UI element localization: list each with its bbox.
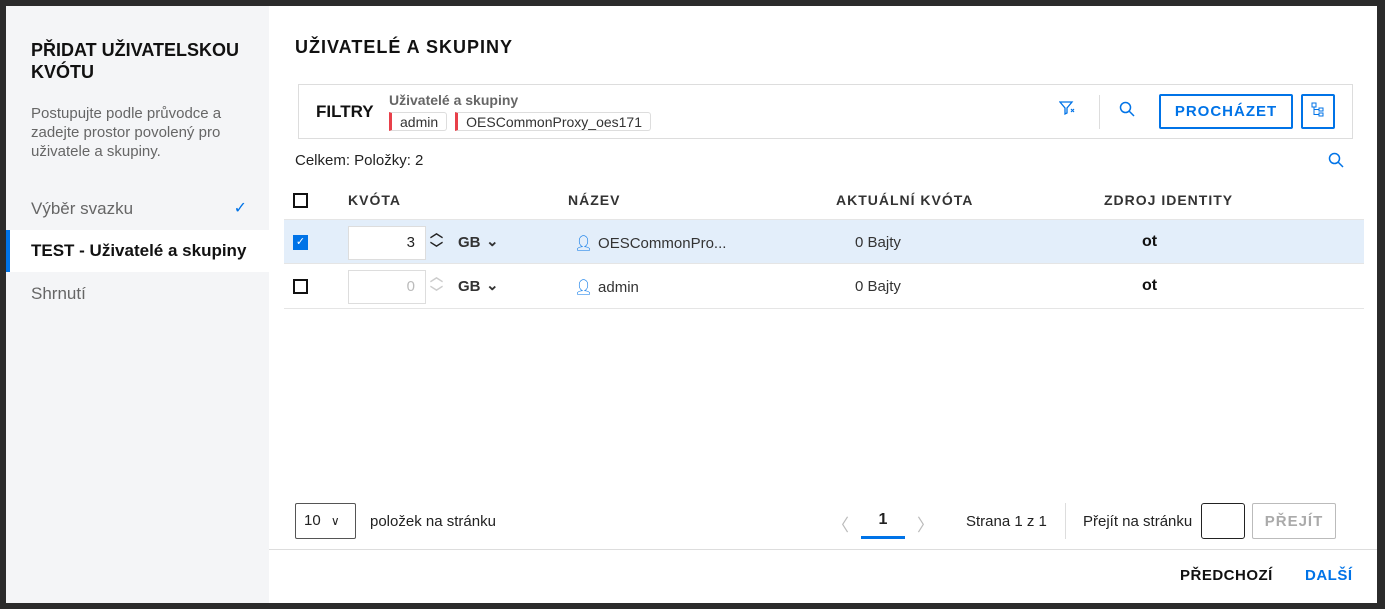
current-quota-cell: 0 Bajty <box>855 234 901 251</box>
select-all-checkbox[interactable] <box>293 193 308 208</box>
filter-chip[interactable]: admin <box>389 112 448 131</box>
chevron-down-icon: ∨ <box>330 514 340 528</box>
main-panel: UŽIVATELÉ A SKUPINY FILTRY Uživatelé a s… <box>269 6 1377 603</box>
current-page[interactable]: 1 <box>861 511 905 539</box>
row-checkbox[interactable] <box>293 279 308 294</box>
step-summary[interactable]: Shrnutí <box>6 273 269 315</box>
tree-icon <box>1311 102 1324 117</box>
page-title: UŽIVATELÉ A SKUPINY <box>295 37 514 57</box>
tree-view-button[interactable] <box>1301 94 1335 129</box>
filter-bar: FILTRY Uživatelé a skupiny admin OESComm… <box>298 84 1353 139</box>
user-icon: 👤︎ <box>574 235 594 252</box>
row-checkbox[interactable]: ✓ <box>293 235 308 250</box>
clear-filter-icon[interactable] <box>1058 100 1075 121</box>
prev-page-icon[interactable]: 〈 <box>832 511 849 536</box>
identity-source-cell: ot <box>1142 233 1158 250</box>
table-search-icon[interactable] <box>1328 152 1344 173</box>
divider <box>1065 503 1066 539</box>
table-row[interactable]: 0 ︿ ﹀ GB ⌄ 👤︎ admin 0 Bajty ot <box>284 264 1364 309</box>
unit-label: GB <box>458 234 481 251</box>
wizard-description: Postupujte podle průvodce a zadejte pros… <box>31 105 222 160</box>
unit-dropdown-chevron-icon[interactable]: ⌄ <box>486 232 499 250</box>
decrement-icon[interactable]: ﹀ <box>430 286 443 300</box>
increment-icon[interactable]: ︿ <box>430 226 443 240</box>
page-info: Strana 1 z 1 <box>966 513 1047 530</box>
column-header-identity-source[interactable]: ZDROJ IDENTITY <box>1104 192 1233 208</box>
per-page-label: položek na stránku <box>370 513 496 530</box>
search-icon[interactable] <box>1119 101 1135 122</box>
table-row[interactable]: ✓ 3 ︿ ﹀ GB ⌄ 👤︎ OESCommonPro... 0 Bajty o… <box>284 219 1364 264</box>
decrement-icon[interactable]: ﹀ <box>430 242 443 256</box>
step-label: Výběr svazku <box>31 199 134 218</box>
total-count: Celkem: Položky: 2 <box>295 152 424 169</box>
column-header-name[interactable]: NÁZEV <box>568 192 620 208</box>
quota-input[interactable]: 3 <box>348 226 426 260</box>
next-page-icon[interactable]: 〉 <box>917 511 934 536</box>
identity-source-cell: ot <box>1142 277 1158 294</box>
next-button[interactable]: DALŠÍ <box>1305 567 1353 584</box>
goto-page-label: Přejít na stránku <box>1083 513 1193 530</box>
filter-chip[interactable]: OESCommonProxy_oes171 <box>455 112 652 131</box>
filters-label: FILTRY <box>316 102 374 121</box>
step-label: Shrnutí <box>31 284 86 303</box>
column-header-quota[interactable]: KVÓTA <box>348 192 401 208</box>
checkmark-icon: ✓ <box>233 200 247 217</box>
step-users-groups[interactable]: TEST - Uživatelé a skupiny <box>6 230 269 272</box>
divider <box>1099 95 1100 129</box>
unit-label: GB <box>458 278 481 295</box>
goto-page-input[interactable] <box>1201 503 1245 539</box>
goto-page-button[interactable]: PŘEJÍT <box>1252 503 1336 539</box>
current-quota-cell: 0 Bajty <box>855 278 901 295</box>
quota-input[interactable]: 0 <box>348 270 426 304</box>
name-cell: 👤︎ admin <box>574 279 639 296</box>
step-label: TEST - Uživatelé a skupiny <box>31 241 247 260</box>
wizard-title: PŘIDAT UŽIVATELSKOU KVÓTU <box>31 40 239 82</box>
increment-icon[interactable]: ︿ <box>430 270 443 284</box>
add-user-quota-dialog: PŘIDAT UŽIVATELSKOU KVÓTU Postupujte pod… <box>6 6 1377 603</box>
filter-group-label: Uživatelé a skupiny <box>389 92 519 108</box>
browse-button[interactable]: PROCHÁZET <box>1159 94 1293 129</box>
step-volume-selection[interactable]: Výběr svazku ✓ <box>6 188 269 230</box>
footer-divider <box>269 549 1377 550</box>
previous-button[interactable]: PŘEDCHOZÍ <box>1180 567 1273 584</box>
per-page-select[interactable]: 10 ∨ <box>295 503 356 539</box>
name-cell: 👤︎ OESCommonPro... <box>574 235 727 252</box>
unit-dropdown-chevron-icon[interactable]: ⌄ <box>486 276 499 294</box>
wizard-sidebar: PŘIDAT UŽIVATELSKOU KVÓTU Postupujte pod… <box>6 6 269 603</box>
column-header-current-quota[interactable]: AKTUÁLNÍ KVÓTA <box>836 192 973 208</box>
user-icon: 👤︎ <box>574 279 594 296</box>
